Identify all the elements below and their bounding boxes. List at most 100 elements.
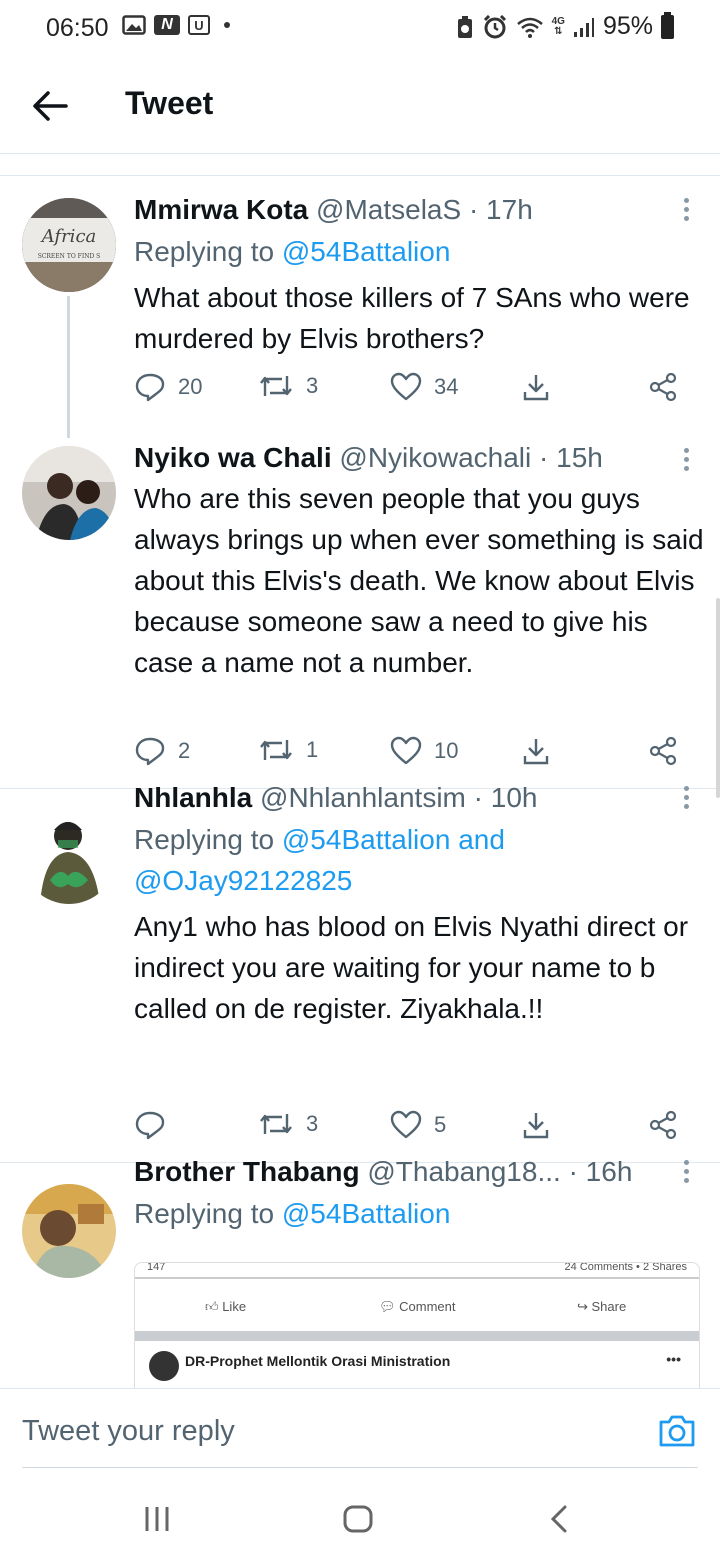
thread-line [67, 296, 70, 438]
reply-composer: Tweet your reply [0, 1388, 720, 1480]
display-name[interactable]: Nyiko wa Chali [134, 442, 332, 473]
avatar[interactable] [22, 1184, 116, 1278]
user-handle[interactable]: @Nyikowachali [339, 442, 531, 473]
display-name[interactable]: Mmirwa Kota [134, 194, 308, 225]
reply-button[interactable]: 20 [134, 372, 202, 402]
retweet-button[interactable]: 3 [258, 1110, 318, 1138]
bookmark-button[interactable] [522, 1110, 550, 1140]
share-button[interactable] [648, 1110, 678, 1140]
tweet-header: Nhlanhla @Nhlanhlantsim · 10h [134, 782, 537, 814]
like-button[interactable]: 10 [390, 736, 458, 766]
retweet-button[interactable]: 3 [258, 372, 318, 400]
tweet-time: · 17h [468, 194, 533, 225]
reply-button[interactable] [134, 1110, 178, 1140]
tweet-item[interactable]: Nyiko wa Chali @Nyikowachali · 15h Who a… [0, 438, 720, 789]
more-notifications-dot [224, 22, 230, 28]
heart-icon [390, 736, 422, 765]
tweet-header: Mmirwa Kota @MatselaS · 17h [134, 194, 533, 226]
back-arrow-icon[interactable] [28, 86, 72, 126]
scrollbar[interactable] [716, 598, 720, 798]
alarm-icon [483, 14, 506, 38]
tweet-time: · 10h [473, 782, 538, 813]
embed-comment-label: 💬︎ Comment [379, 1299, 456, 1314]
embed-page-avatar [149, 1351, 179, 1381]
tweet-header: Brother Thabang @Thabang18... · 16h [134, 1156, 632, 1188]
replying-to: Replying to @54Battalion and @OJay921228… [134, 824, 505, 896]
tweet-item[interactable]: Brother Thabang @Thabang18... · 16h Repl… [0, 1156, 720, 1388]
tweet-text: What about those killers of 7 SAns who w… [134, 282, 690, 354]
like-count: 10 [434, 738, 459, 763]
tweet-actions: 20 3 34 [134, 372, 684, 408]
display-name[interactable]: Nhlanhla [134, 782, 252, 813]
tweet-time: · 15h [539, 442, 603, 473]
avatar[interactable] [22, 810, 116, 904]
tweet-time: · 16h [568, 1156, 633, 1187]
more-options-icon[interactable] [682, 1160, 690, 1187]
user-handle[interactable]: @Thabang18... [367, 1156, 560, 1187]
app-header: Tweet [0, 58, 720, 153]
share-button[interactable] [648, 372, 678, 402]
like-count: 5 [434, 1112, 447, 1137]
camera-icon[interactable] [658, 1413, 696, 1449]
embed-stats: 24 Comments • 2 Shares [564, 1262, 687, 1273]
battery-icon [661, 11, 674, 39]
tweet-item[interactable]: Nhlanhla @Nhlanhlantsim · 10h Replying t… [0, 782, 720, 1163]
retweet-count: 3 [306, 373, 319, 398]
bookmark-button[interactable] [522, 372, 550, 402]
heart-icon [390, 1110, 422, 1139]
tweet-actions: 3 5 [134, 1110, 684, 1146]
tweet-actions: 2 1 10 [134, 736, 684, 772]
share-icon [649, 736, 677, 766]
tweet-item[interactable]: Africa SCREEN TO FIND S Mmirwa Kota @Mat… [0, 176, 720, 438]
recent-apps-icon[interactable] [142, 1504, 172, 1534]
user-handle[interactable]: @MatselaS [316, 194, 461, 225]
reply-button[interactable]: 2 [134, 736, 190, 766]
status-time: 06:50 [46, 14, 109, 42]
home-icon[interactable] [342, 1504, 374, 1534]
embed-more-icon: ••• [666, 1351, 681, 1367]
bookmark-button[interactable] [522, 736, 550, 766]
reply-underline [22, 1467, 698, 1468]
reply-to-handle[interactable]: @54Battalion [282, 236, 451, 267]
avatar[interactable]: Africa SCREEN TO FIND S [22, 198, 116, 292]
share-button[interactable] [648, 736, 678, 766]
reply-icon [135, 1111, 165, 1140]
embed-page-name: DR-Prophet Mellontik Orasi Ministration [185, 1353, 451, 1369]
back-icon[interactable] [548, 1504, 570, 1534]
avatar-logo-text: Africa [40, 226, 97, 247]
display-name[interactable]: Brother Thabang [134, 1156, 360, 1187]
gallery-icon [122, 15, 146, 35]
replies-feed[interactable]: Africa SCREEN TO FIND S Mmirwa Kota @Mat… [0, 176, 720, 1388]
reply-to-handle[interactable]: @54Battalion [282, 1198, 451, 1229]
signal-icon [573, 17, 594, 37]
embedded-image[interactable]: 147 24 Comments • 2 Shares 👍︎ Like 💬︎ Co… [134, 1262, 700, 1388]
reply-to-handle[interactable]: @54Battalion and [282, 824, 505, 855]
reply-to-handle-2[interactable]: @OJay92122825 [134, 865, 352, 896]
reply-input[interactable]: Tweet your reply [22, 1415, 235, 1448]
embed-separator [135, 1331, 699, 1341]
status-right: 4G ⇅ 95% [456, 11, 674, 41]
more-options-icon[interactable] [682, 786, 690, 813]
download-icon [523, 739, 549, 765]
avatar-logo-subtext: SCREEN TO FIND S [38, 253, 101, 260]
avatar-image [22, 446, 116, 540]
tweet-text: Who are this seven people that you guys … [134, 483, 704, 678]
retweet-button[interactable]: 1 [258, 736, 318, 764]
user-handle[interactable]: @Nhlanhlantsim [260, 782, 466, 813]
system-navbar [0, 1480, 720, 1560]
avatar[interactable] [22, 446, 116, 540]
replying-to: Replying to @54Battalion [134, 1198, 451, 1229]
more-options-icon[interactable] [682, 448, 690, 475]
retweet-icon [260, 740, 292, 760]
like-button[interactable]: 5 [390, 1110, 446, 1140]
download-icon [523, 375, 549, 401]
like-button[interactable]: 34 [390, 372, 458, 402]
more-options-icon[interactable] [682, 198, 690, 225]
avatar-image [22, 1184, 116, 1278]
avatar-image: Africa SCREEN TO FIND S [22, 198, 116, 292]
battery-percent: 95% [602, 12, 653, 40]
replying-to: Replying to @54Battalion [134, 236, 451, 267]
page-title: Tweet [125, 85, 214, 121]
heart-icon [390, 372, 422, 401]
retweet-icon [260, 376, 292, 396]
